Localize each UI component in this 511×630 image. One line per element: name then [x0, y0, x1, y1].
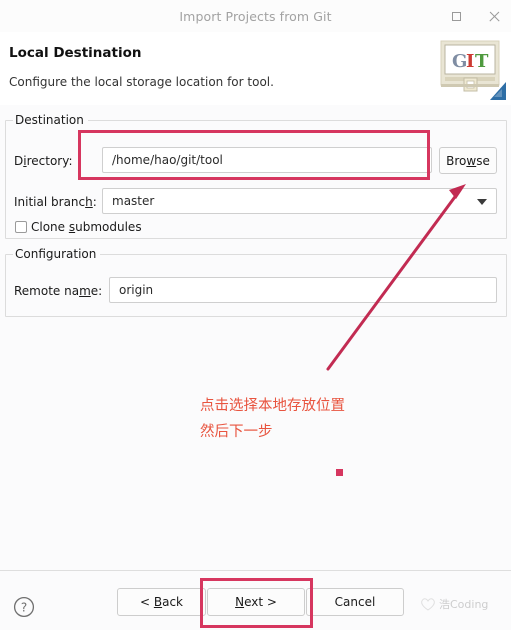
watermark-text: 浩Coding: [439, 598, 489, 611]
close-button[interactable]: [483, 5, 505, 27]
maximize-button[interactable]: [445, 5, 467, 27]
window-title: Import Projects from Git: [179, 8, 332, 24]
wizard-banner: Local Destination Configure the local st…: [0, 32, 511, 106]
page-title: Local Destination: [9, 45, 142, 61]
git-logo-icon: G I T: [440, 40, 506, 100]
directory-input-value: /home/hao/git/tool: [112, 153, 223, 167]
initial-branch-value: master: [112, 194, 155, 208]
cancel-button-label: Cancel: [334, 595, 376, 609]
help-question-icon[interactable]: ?: [13, 596, 35, 618]
configuration-group: Configuration Remote name: origin: [5, 247, 507, 317]
remote-name-label: Remote name:: [14, 284, 103, 298]
browse-button[interactable]: Browse: [439, 147, 497, 174]
annotation-dot: [336, 469, 343, 476]
window-controls: [445, 0, 505, 32]
initial-branch-combo[interactable]: master: [102, 188, 497, 214]
annotation-callout-line2: 然后下一步: [200, 424, 273, 440]
remote-name-input[interactable]: origin: [109, 277, 497, 303]
destination-group: Destination Directory: /home/hao/git/too…: [5, 113, 507, 239]
close-icon: [488, 10, 501, 23]
annotation-callout-line1: 点击选择本地存放位置: [200, 398, 345, 414]
back-button[interactable]: < Back: [117, 588, 206, 616]
chevron-down-icon: [477, 199, 487, 205]
svg-text:T: T: [475, 51, 489, 72]
watermark: 浩Coding: [420, 596, 488, 612]
dialog-body: Destination Directory: /home/hao/git/too…: [0, 105, 511, 570]
remote-name-value: origin: [119, 283, 154, 297]
cancel-button[interactable]: Cancel: [306, 588, 404, 616]
svg-text:?: ?: [21, 601, 27, 615]
maximize-icon: [451, 11, 461, 21]
checkbox-box-icon: [15, 221, 27, 233]
title-bar: Import Projects from Git: [0, 0, 511, 32]
import-projects-from-git-dialog: Import Projects from Git Local Destinati…: [0, 0, 511, 630]
next-button[interactable]: Next >: [207, 588, 305, 616]
configuration-group-label: Configuration: [13, 247, 101, 261]
svg-text:I: I: [466, 51, 474, 72]
destination-group-label: Destination: [13, 113, 88, 127]
clone-submodules-checkbox[interactable]: Clone submodules: [15, 220, 142, 234]
page-subtitle: Configure the local storage location for…: [9, 75, 274, 89]
directory-input[interactable]: /home/hao/git/tool: [102, 147, 432, 173]
watermark-icon: [421, 598, 435, 611]
initial-branch-label: Initial branch:: [14, 195, 97, 209]
clone-submodules-label: Clone submodules: [31, 220, 142, 234]
directory-label: Directory:: [14, 154, 73, 168]
